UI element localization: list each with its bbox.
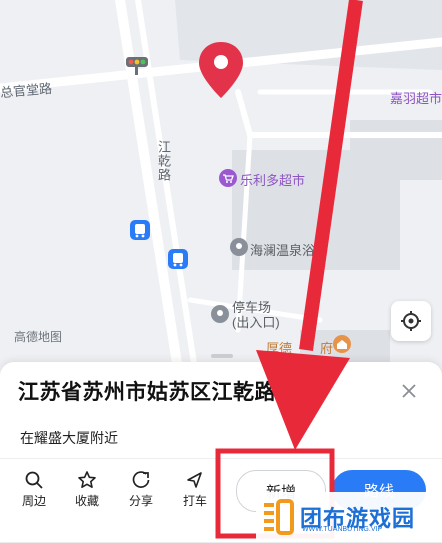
watermark: 团布游戏园 WWW.TUANBUTING.VIP [256, 492, 442, 542]
red-arrow-annotation [215, 0, 363, 539]
watermark-logo-icon [264, 499, 294, 535]
watermark-url: WWW.TUANBUTING.VIP [302, 526, 383, 533]
